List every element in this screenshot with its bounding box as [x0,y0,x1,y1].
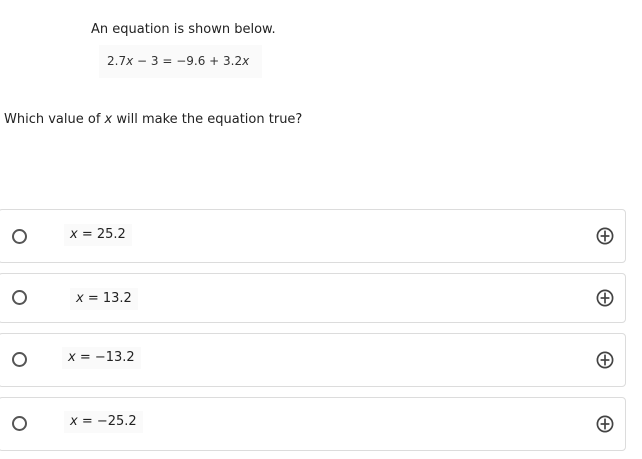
eliminate-choice-icon[interactable] [596,227,614,245]
equation-rhs-variable: x [242,54,250,68]
eliminate-choice-icon[interactable] [596,415,614,433]
eliminate-choice-icon[interactable] [596,289,614,307]
question-intro: An equation is shown below. [91,22,276,37]
choice-1-variable: x [70,227,78,242]
choice-1-label: x = 25.2 [64,224,132,246]
answer-choice-1[interactable]: x = 25.2 [0,209,626,263]
answer-choice-2[interactable]: x = 13.2 [0,273,626,323]
question-prompt: Which value of x will make the equation … [4,111,302,129]
choice-3-variable: x [68,350,76,365]
question-prefix: Which value of [4,112,105,127]
answer-choice-3[interactable]: x = −13.2 [0,333,626,387]
choice-4-label: x = −25.2 [64,411,143,433]
equation-display: 2.7x − 3 = −9.6 + 3.2x [99,45,262,78]
choice-3-value: = −13.2 [75,350,135,365]
choice-3-label: x = −13.2 [62,347,141,369]
question-suffix: will make the equation true? [112,112,303,127]
answer-choice-4[interactable]: x = −25.2 [0,397,626,451]
choice-4-variable: x [70,414,78,429]
equation-lhs-coefficient: 2.7 [107,54,127,68]
radio-button-icon[interactable] [12,352,27,367]
radio-button-icon[interactable] [12,290,27,305]
choice-2-label: x = 13.2 [70,288,138,310]
choice-4-value: = −25.2 [77,414,137,429]
choice-1-value: = 25.2 [77,227,126,242]
eliminate-choice-icon[interactable] [596,351,614,369]
choice-2-value: = 13.2 [83,291,132,306]
choice-2-variable: x [76,291,84,306]
radio-button-icon[interactable] [12,416,27,431]
equation-middle: − 3 = −9.6 + 3.2 [133,54,243,68]
radio-button-icon[interactable] [12,229,27,244]
